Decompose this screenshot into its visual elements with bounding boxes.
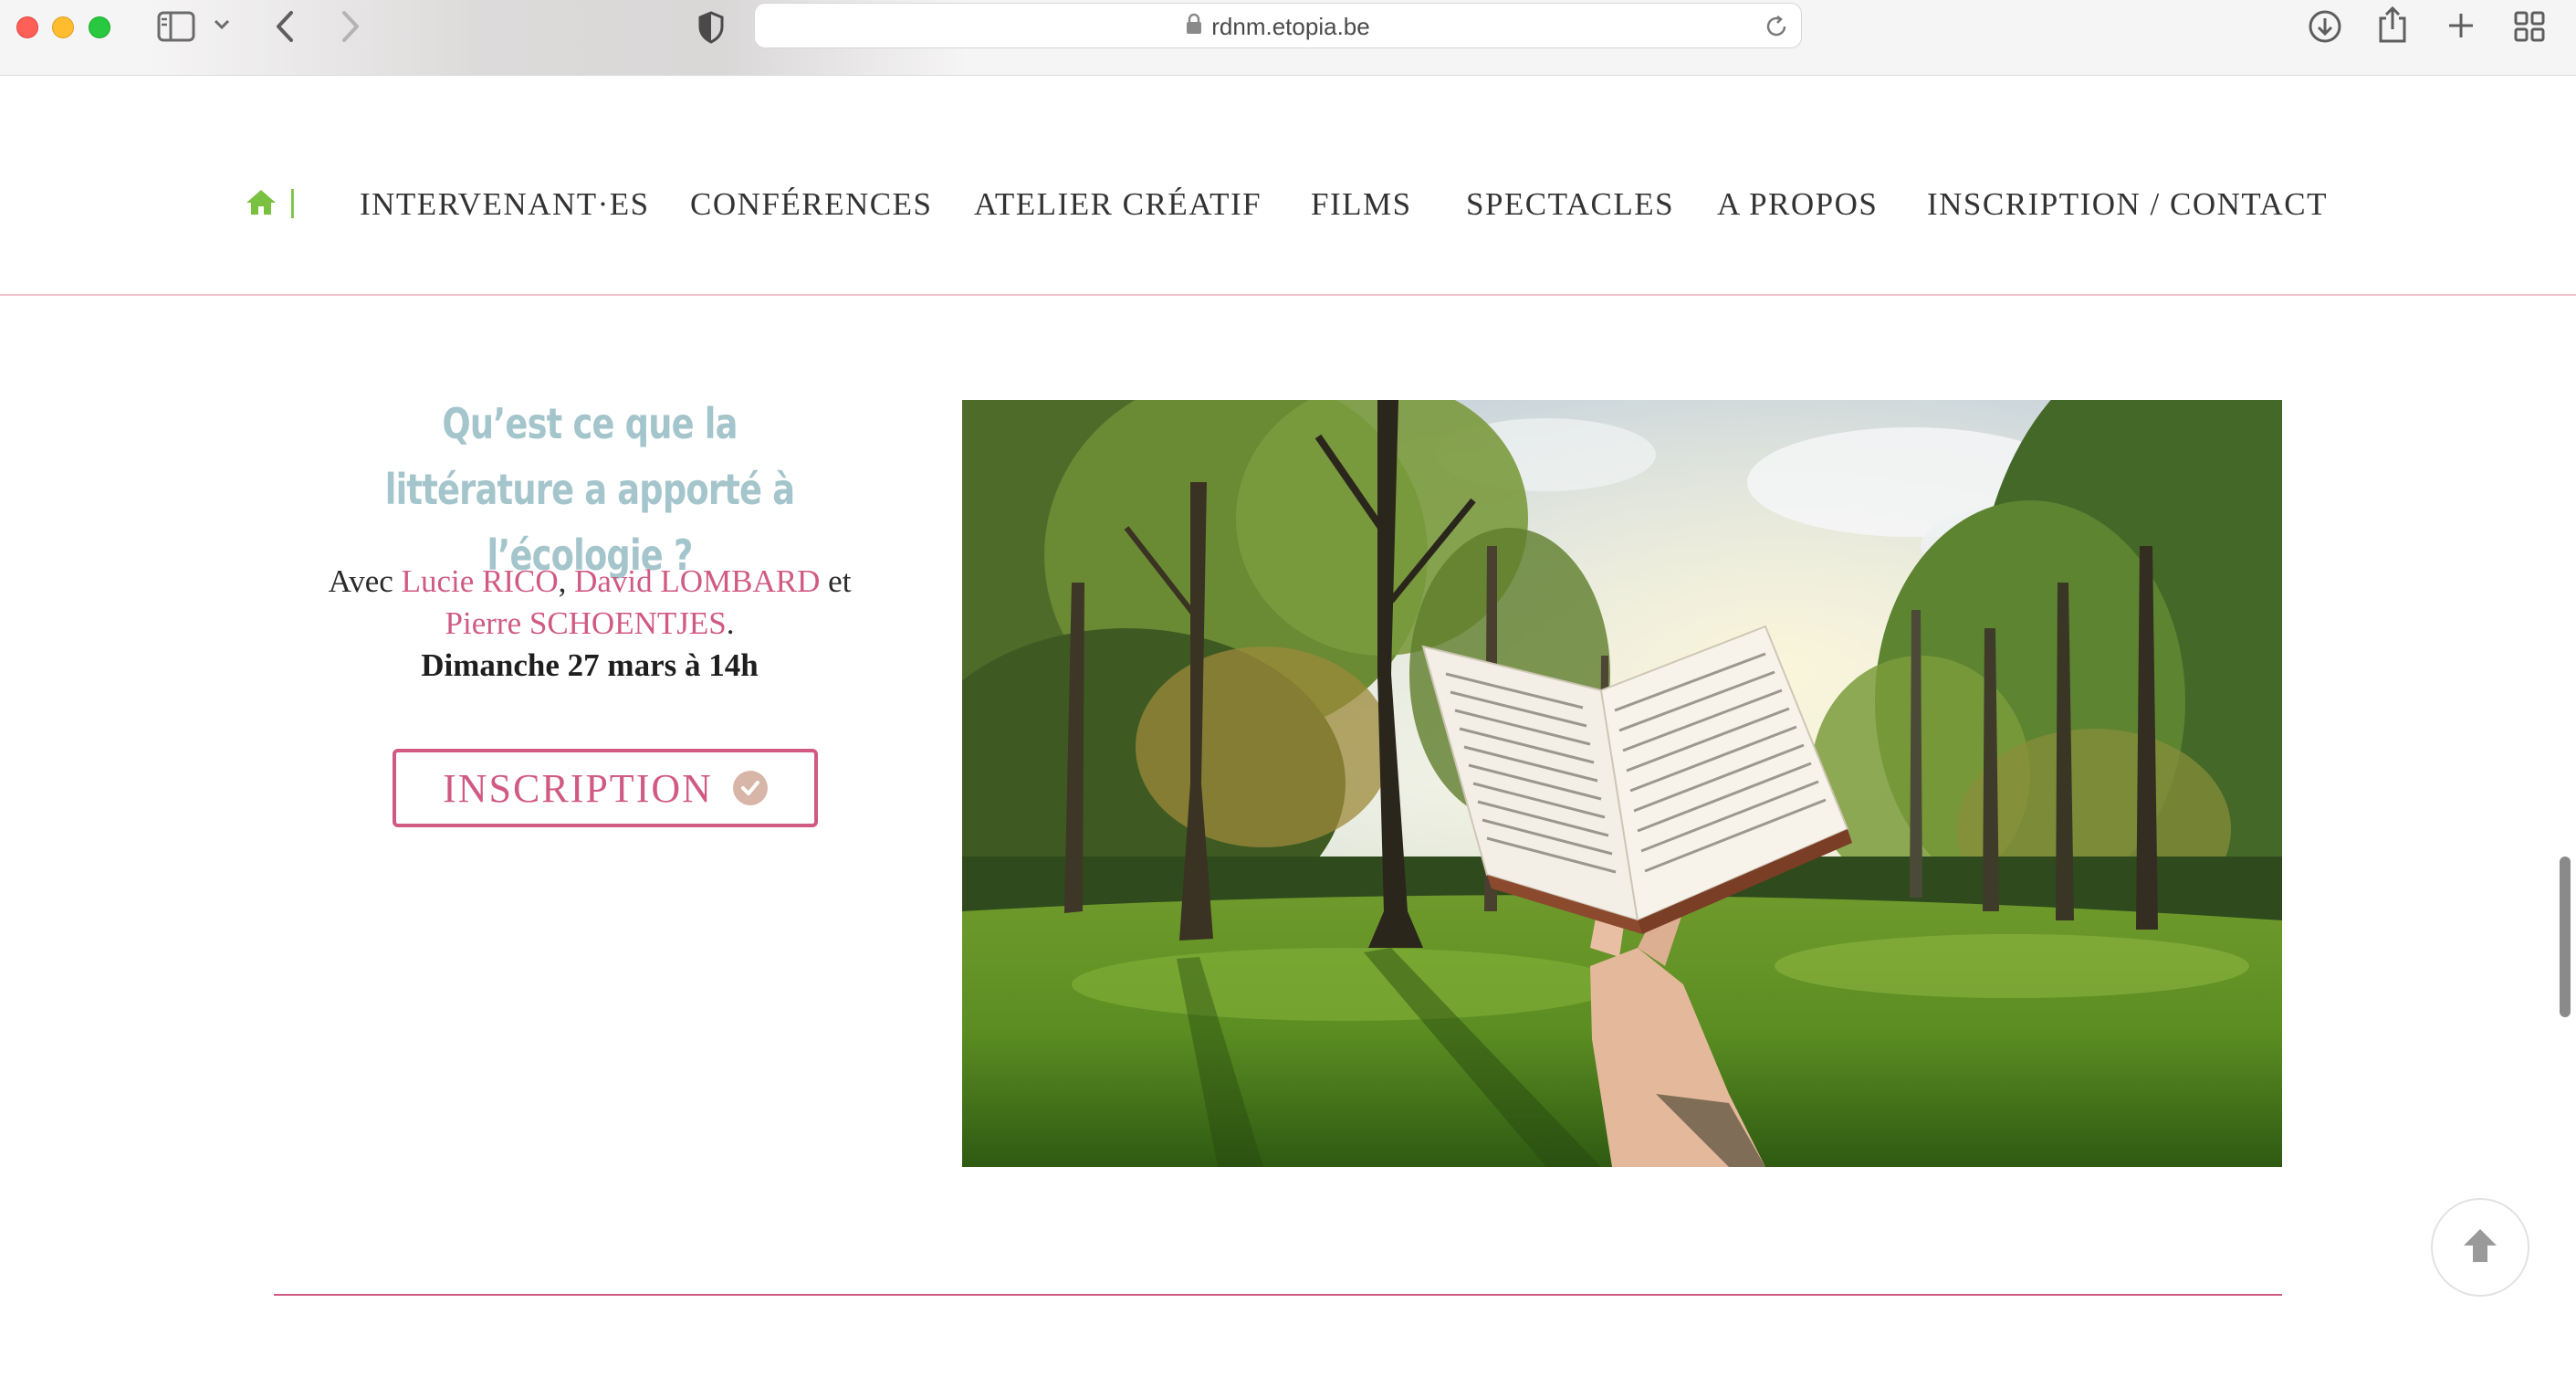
reload-icon[interactable]	[1764, 15, 1788, 43]
nav-item-inscription-contact[interactable]: INSCRIPTION / CONTACT	[1927, 186, 2328, 223]
zoom-window-button[interactable]	[89, 16, 110, 38]
event-photo	[962, 400, 2282, 1167]
main-navigation: | INTERVENANT·ES CONFÉRENCES ATELIER CRÉ…	[0, 173, 2576, 237]
tab-overview-icon[interactable]	[2514, 11, 2545, 42]
sidebar-toggle-icon[interactable]	[157, 11, 195, 42]
home-icon[interactable]	[245, 188, 277, 220]
privacy-shield-icon[interactable]	[697, 11, 725, 44]
speaker-link-david-lombard[interactable]: David LOMBARD	[574, 563, 820, 599]
speaker-link-lucie-rico[interactable]: Lucie RICO	[402, 563, 559, 599]
section-divider	[274, 1294, 2282, 1296]
share-icon[interactable]	[2377, 5, 2408, 44]
event-description: Avec Lucie RICO, David LOMBARD et Pierre…	[310, 561, 869, 687]
download-icon[interactable]	[2308, 9, 2342, 44]
desc-prefix: Avec	[328, 563, 402, 599]
back-arrow-icon[interactable]	[274, 9, 296, 44]
url-text: rdnm.etopia.be	[1211, 12, 1370, 40]
browser-toolbar: rdnm.etopia.be	[0, 0, 2576, 76]
nav-item-a-propos[interactable]: A PROPOS	[1717, 186, 1878, 223]
nav-item-spectacles[interactable]: SPECTACLES	[1466, 186, 1674, 223]
close-window-button[interactable]	[16, 16, 38, 38]
desc-end: .	[726, 605, 735, 641]
chevron-down-icon[interactable]	[214, 18, 230, 31]
desc-separator: ,	[558, 563, 575, 599]
nav-item-atelier-creatif[interactable]: ATELIER CRÉATIF	[974, 186, 1262, 223]
nav-item-conferences[interactable]: CONFÉRENCES	[690, 186, 932, 223]
new-tab-plus-icon[interactable]	[2446, 11, 2476, 40]
desc-separator: et	[820, 563, 852, 599]
event-title: Qu’est ce que la littérature a apporté à…	[384, 399, 795, 580]
nav-item-intervenants[interactable]: INTERVENANT·ES	[360, 186, 650, 223]
nav-divider	[0, 294, 2576, 296]
inscription-button-label: INSCRIPTION	[443, 765, 713, 811]
nav-separator: |	[288, 184, 297, 219]
scroll-to-top-button[interactable]	[2431, 1198, 2529, 1297]
speaker-link-pierre-schoentjes[interactable]: Pierre SCHOENTJES	[445, 605, 727, 641]
nav-item-films[interactable]: FILMS	[1311, 186, 1412, 223]
arrow-up-icon	[2460, 1225, 2500, 1270]
minimize-window-button[interactable]	[52, 16, 74, 38]
forward-arrow-icon[interactable]	[340, 9, 361, 44]
inscription-button[interactable]: INSCRIPTION	[393, 749, 818, 827]
address-bar[interactable]: rdnm.etopia.be	[754, 3, 1802, 48]
event-date: Dimanche 27 mars à 14h	[421, 647, 759, 683]
page-scrollbar-thumb[interactable]	[2560, 857, 2571, 1017]
check-circle-icon	[732, 771, 768, 805]
lock-icon	[1186, 13, 1202, 41]
